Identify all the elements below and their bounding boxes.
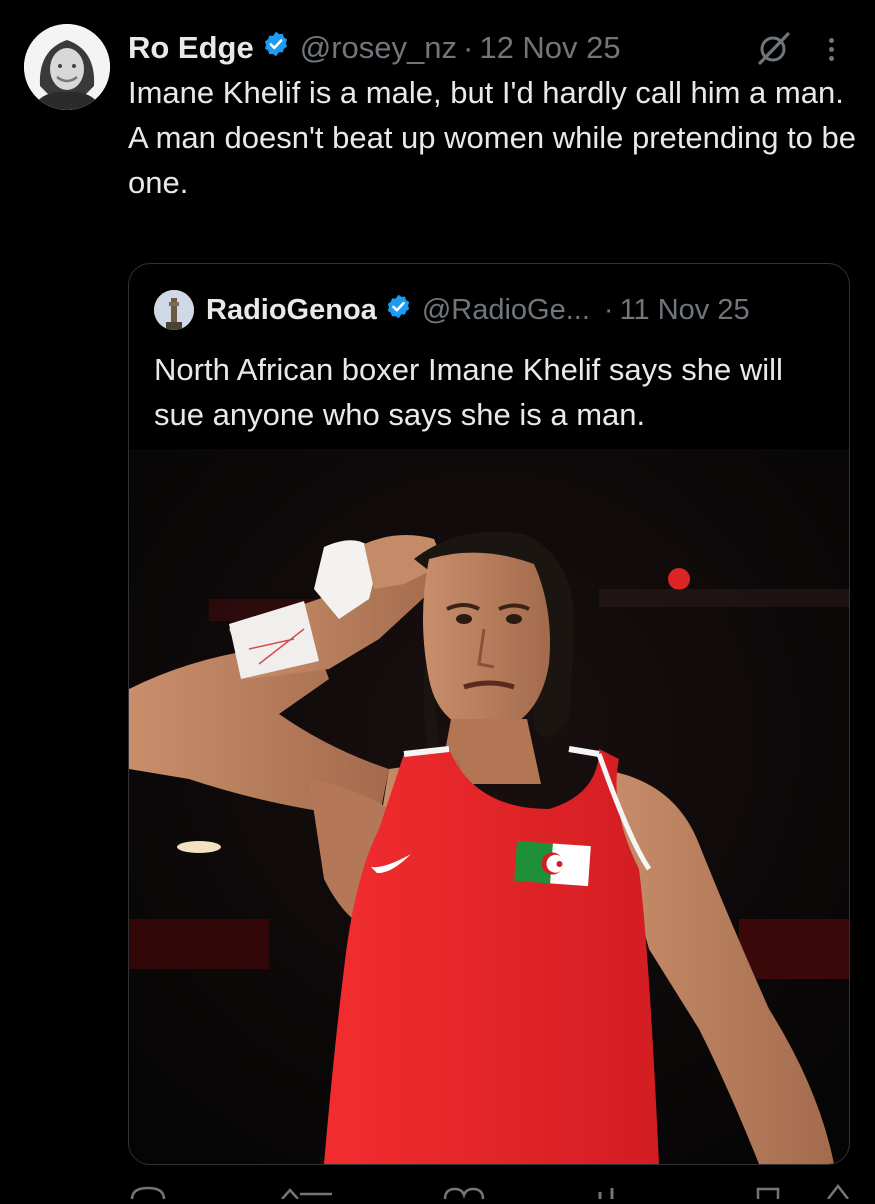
verified-badge-icon	[262, 30, 290, 66]
tweet-action-bar	[0, 1180, 875, 1200]
more-dots-icon[interactable]	[818, 34, 844, 68]
grok-icon[interactable]	[756, 30, 792, 71]
retweet-icon[interactable]	[281, 1188, 332, 1200]
tweet-header: Ro Edge @rosey_nz · 12 Nov 25	[128, 28, 621, 68]
author-name[interactable]: Ro Edge	[128, 30, 254, 66]
bookmark-icon[interactable]	[756, 1187, 780, 1199]
quoted-tweet[interactable]: RadioGenoa @RadioGe... · 11 Nov 25 North…	[128, 263, 850, 1165]
quoted-tweet-text: North African boxer Imane Khelif says sh…	[154, 352, 783, 432]
quoted-author-avatar[interactable]	[154, 290, 194, 330]
avatar-photo	[24, 24, 110, 110]
verified-badge-icon	[385, 293, 412, 328]
quoted-author-name[interactable]: RadioGenoa	[206, 294, 377, 327]
reply-icon[interactable]	[130, 1186, 166, 1200]
like-icon[interactable]	[443, 1187, 485, 1200]
separator-dot: ·	[603, 293, 614, 326]
quoted-author-handle[interactable]: @RadioGe...	[422, 294, 590, 327]
share-icon[interactable]	[827, 1183, 849, 1200]
author-avatar[interactable]	[24, 24, 110, 110]
quoted-tweet-date[interactable]: 11 Nov 25	[620, 294, 750, 327]
author-handle[interactable]: @rosey_nz	[300, 30, 457, 66]
quoted-tweet-header: RadioGenoa @RadioGe... · 11 Nov 25	[154, 290, 750, 330]
tweet-date[interactable]: 12 Nov 25	[479, 30, 620, 66]
quoted-tweet-photo[interactable]	[129, 449, 849, 1164]
views-icon[interactable]	[598, 1188, 614, 1199]
tweet-text: Imane Khelif is a male, but I'd hardly c…	[128, 75, 857, 200]
separator-dot: ·	[463, 30, 474, 65]
